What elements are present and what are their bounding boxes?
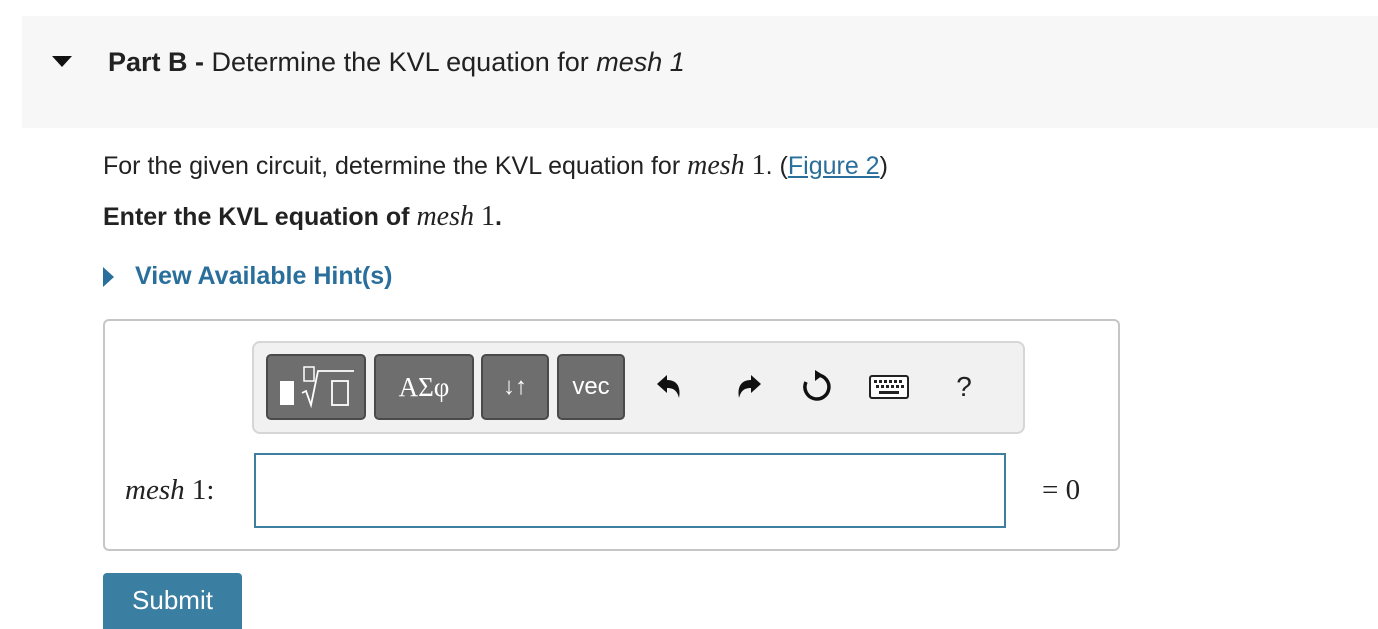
undo-icon[interactable] [647, 365, 691, 409]
greek-symbols-label: ΑΣφ [398, 371, 450, 402]
caret-right-icon [103, 266, 114, 287]
part-title-emph: mesh 1 [596, 47, 685, 77]
part-title: Part B - Determine the KVL equation for … [108, 47, 685, 78]
vector-label: vec [572, 373, 610, 400]
prompt-text: For the given circuit, determine the KVL… [103, 152, 688, 180]
templates-button[interactable] [266, 354, 366, 420]
help-label: ? [956, 371, 972, 402]
instruction-end: . [495, 203, 502, 231]
redo-icon[interactable] [727, 365, 771, 409]
collapse-arrow-icon[interactable] [52, 56, 72, 67]
prompt-text-after: . ( [765, 152, 788, 180]
question-prompt: For the given circuit, determine the KVL… [103, 150, 888, 182]
view-hints-label: View Available Hint(s) [135, 262, 393, 290]
kvl-equation-input[interactable] [254, 453, 1006, 528]
submit-button[interactable]: Submit [103, 573, 242, 629]
part-label: Part B [108, 47, 188, 77]
part-separator: - [187, 47, 212, 77]
arrows-label: ↓↑ [503, 373, 527, 400]
reset-icon[interactable] [795, 365, 839, 409]
help-button[interactable]: ? [942, 365, 986, 409]
answer-instruction: Enter the KVL equation of mesh 1. [103, 201, 502, 233]
arrows-button[interactable]: ↓↑ [481, 354, 549, 420]
math-toolbar: ΑΣφ ↓↑ vec ? [252, 341, 1025, 434]
equals-zero: = 0 [1042, 474, 1081, 506]
vector-button[interactable]: vec [557, 354, 625, 420]
prompt-text-end: ) [879, 152, 888, 180]
answer-label-num: 1: [184, 474, 215, 506]
instruction-math-num: 1 [474, 201, 495, 232]
instruction-text: Enter the KVL equation of [103, 203, 417, 231]
prompt-math-num: 1 [744, 150, 766, 181]
prompt-math-var: mesh [687, 150, 745, 181]
view-hints-toggle[interactable]: View Available Hint(s) [103, 262, 392, 291]
part-title-text: Determine the KVL equation for [211, 47, 597, 77]
templates-icon [280, 366, 354, 409]
answer-label: mesh 1: [125, 474, 214, 507]
greek-symbols-button[interactable]: ΑΣφ [374, 354, 474, 420]
instruction-math-var: mesh [416, 201, 474, 232]
answer-label-var: mesh [125, 474, 185, 506]
figure-link[interactable]: Figure 2 [788, 152, 880, 180]
keyboard-icon[interactable] [867, 365, 911, 409]
